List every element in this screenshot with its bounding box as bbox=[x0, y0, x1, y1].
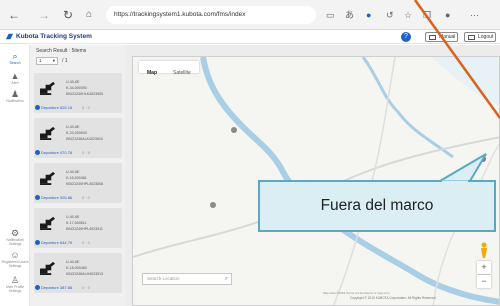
callout-pointer-joint bbox=[442, 180, 468, 184]
screen: ← → ↻ ⌂ https://trackingsystem1.kubota.c… bbox=[0, 0, 500, 306]
